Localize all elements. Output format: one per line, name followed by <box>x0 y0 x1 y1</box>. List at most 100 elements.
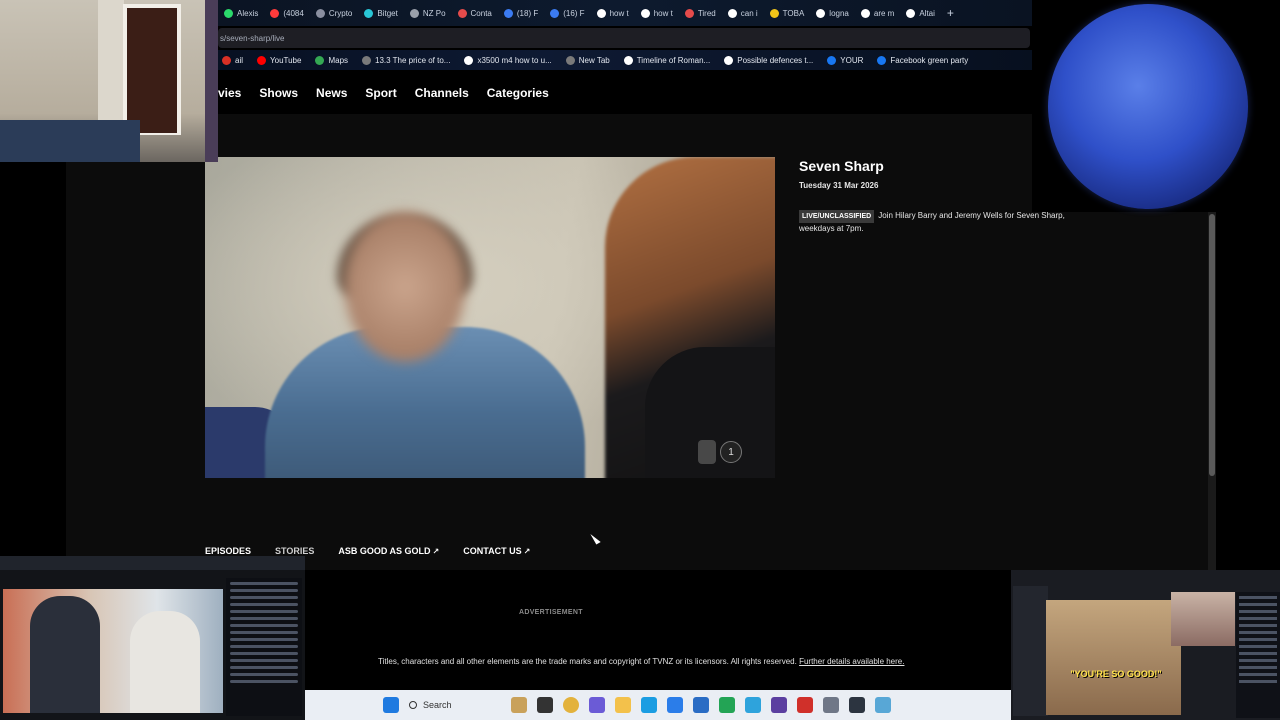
tab-contact-label: CONTACT US <box>463 546 522 556</box>
overlay-person <box>30 596 100 713</box>
bookmark-item[interactable]: YouTube <box>257 55 301 65</box>
bookmark-item[interactable]: New Tab <box>565 55 610 65</box>
bookmark-favicon-icon <box>257 55 267 65</box>
tab-contact-us[interactable]: CONTACT US ↗ <box>463 546 530 560</box>
external-link-icon: ↗ <box>523 547 531 556</box>
bookmark-label: Possible defences t... <box>737 55 814 65</box>
tab-label: logna <box>829 8 849 18</box>
obs-icon[interactable] <box>771 697 787 713</box>
browser-tab[interactable]: TOBA <box>764 2 811 24</box>
tab-favicon-icon <box>270 8 280 18</box>
video-player[interactable]: 1 <box>205 157 775 478</box>
webcam-overlay <box>0 0 218 162</box>
nav-channels[interactable]: Channels <box>415 86 469 100</box>
tab-asb-good-as-gold[interactable]: ASB GOOD AS GOLD ↗ <box>338 546 439 560</box>
task-view-icon[interactable] <box>537 697 553 713</box>
tab-label: how t <box>609 8 629 18</box>
tab-label: TOBA <box>782 8 805 18</box>
show-title: Seven Sharp <box>799 158 884 174</box>
start-icon[interactable] <box>383 697 399 713</box>
nav-categories[interactable]: Categories <box>487 86 549 100</box>
bookmark-label: 13.3 The price of to... <box>375 55 451 65</box>
overlay-person <box>130 611 200 713</box>
legal-text: Titles, characters and all other element… <box>378 657 797 666</box>
chrome-icon[interactable] <box>563 697 579 713</box>
browser-tab[interactable]: how t <box>591 2 635 24</box>
bookmark-label: x3500 m4 how to u... <box>477 55 552 65</box>
scrollbar-thumb[interactable] <box>1209 214 1215 476</box>
bookmarks-bar: ail YouTube Maps 13.3 The price of to... x35… <box>218 50 1032 70</box>
browser-tab[interactable]: Bitget <box>358 2 403 24</box>
webcam-bed <box>0 120 140 162</box>
overlay-chat <box>226 578 302 716</box>
bookmark-item[interactable]: ail <box>222 55 243 65</box>
browser-tab[interactable]: (18) F <box>498 2 544 24</box>
browser-tab[interactable]: how t <box>635 2 679 24</box>
nav-sport[interactable]: Sport <box>365 86 396 100</box>
app-icon[interactable] <box>849 697 865 713</box>
settings-icon[interactable] <box>823 697 839 713</box>
legal-link[interactable]: Further details available here. <box>799 657 904 666</box>
tab-label: Bitget <box>377 8 398 18</box>
browser-tab[interactable]: logna <box>810 2 855 24</box>
browser-tab[interactable]: can i <box>722 2 764 24</box>
bookmark-item[interactable]: Maps <box>315 55 349 65</box>
telegram-icon[interactable] <box>745 697 761 713</box>
classification-rating: 1 <box>698 440 742 464</box>
planet-neptune-overlay <box>1048 4 1248 209</box>
bookmark-item[interactable]: Possible defences t... <box>724 55 814 65</box>
browser-tab[interactable]: NZ Po <box>404 2 452 24</box>
tab-label: can i <box>740 8 758 18</box>
app-icon[interactable] <box>589 697 605 713</box>
mail-icon[interactable] <box>667 697 683 713</box>
tab-label: Crypto <box>328 8 353 18</box>
browser-tab[interactable]: (16) F <box>544 2 590 24</box>
classification-badge: LIVE/UNCLASSIFIED <box>799 210 875 223</box>
overlay-pane <box>1013 586 1048 716</box>
tab-favicon-icon <box>640 8 650 18</box>
new-tab-button[interactable]: + <box>941 6 960 20</box>
browser-tab[interactable]: are m <box>855 2 900 24</box>
widgets-icon[interactable] <box>511 697 527 713</box>
external-link-icon: ↗ <box>432 547 440 556</box>
tab-label: Tired <box>697 8 716 18</box>
search-icon <box>409 701 417 709</box>
bookmark-item[interactable]: YOUR <box>827 55 863 65</box>
nav-movies[interactable]: vies <box>218 86 241 100</box>
taskbar-search[interactable]: Search <box>409 695 501 715</box>
browser-tab[interactable]: Altai <box>900 2 941 24</box>
classification-icon <box>698 440 716 464</box>
store-icon[interactable] <box>693 697 709 713</box>
tab-label: Alexis <box>237 8 259 18</box>
bookmark-item[interactable]: Facebook green party <box>877 55 968 65</box>
bookmark-item[interactable]: 13.3 The price of to... <box>362 55 451 65</box>
overlay-caption: "YOU'RE SO GOOD!" <box>1070 669 1162 679</box>
tab-asb-label: ASB GOOD AS GOLD <box>338 546 431 556</box>
bookmark-label: Maps <box>328 55 349 65</box>
bookmark-favicon-icon <box>827 55 837 65</box>
nav-shows[interactable]: Shows <box>259 86 298 100</box>
bookmark-item[interactable]: Timeline of Roman... <box>623 55 711 65</box>
bookmark-item[interactable]: x3500 m4 how to u... <box>464 55 552 65</box>
browser-tab[interactable]: Tired <box>679 2 722 24</box>
app-icon[interactable] <box>719 697 735 713</box>
address-text: s/seven-sharp/live <box>220 33 285 43</box>
overlay-video <box>1046 600 1181 715</box>
tab-favicon-icon <box>503 8 513 18</box>
browser-tab[interactable]: (4084 <box>264 2 309 24</box>
browser-tab[interactable]: Conta <box>452 2 498 24</box>
overlay-webcam <box>1171 592 1235 646</box>
app-icon[interactable] <box>875 697 891 713</box>
file-explorer-icon[interactable] <box>615 697 631 713</box>
address-bar[interactable]: s/seven-sharp/live <box>218 28 1030 48</box>
tab-favicon-icon <box>906 8 916 18</box>
browser-tab[interactable]: Crypto <box>310 2 359 24</box>
nav-news[interactable]: News <box>316 86 347 100</box>
taskbar-search-label: Search <box>423 700 452 710</box>
bookmark-label: New Tab <box>578 55 610 65</box>
app-icon[interactable] <box>797 697 813 713</box>
edge-icon[interactable] <box>641 697 657 713</box>
bookmark-favicon-icon <box>724 55 734 65</box>
browser-tab[interactable]: Alexis <box>218 2 264 24</box>
bookmark-label: Timeline of Roman... <box>636 55 711 65</box>
